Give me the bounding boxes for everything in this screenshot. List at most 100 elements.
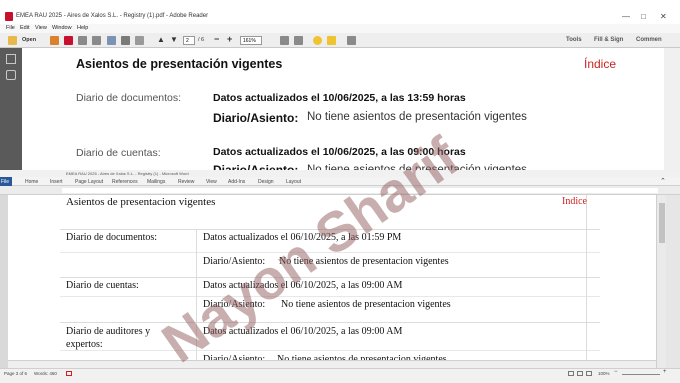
pdf-row1-status: No tiene asientos de presentación vigent… [307, 111, 527, 123]
zoom-in-icon[interactable]: + [227, 34, 232, 44]
page-down-icon[interactable]: ▼ [170, 35, 178, 44]
pdf-row2-label: Diario de cuentas: [76, 147, 161, 159]
ribbon-tab-mailings[interactable]: Mailings [147, 179, 165, 185]
status-word-count[interactable]: Words: 460 [34, 371, 57, 376]
word-index-link[interactable]: Indice [562, 196, 587, 207]
print-layout-icon[interactable] [568, 371, 574, 376]
zoom-select[interactable]: 161% [240, 36, 262, 45]
table-border [60, 252, 600, 253]
pdf-row1-label: Diario de documentos: [76, 92, 182, 104]
ribbon-tab-references[interactable]: References [112, 179, 138, 185]
proofing-icon[interactable] [66, 371, 72, 376]
menu-edit[interactable]: Edit [20, 25, 29, 31]
ruler-text-area [62, 188, 658, 193]
highlight-icon[interactable] [327, 36, 336, 45]
ribbon-tab-insert[interactable]: Insert [50, 179, 63, 185]
ribbon-tab-file[interactable]: File [0, 177, 12, 186]
save-icon[interactable] [107, 36, 116, 45]
word-title-bar: EMEA RAU 2025 - Aires de Xalos S.L. - Re… [0, 170, 680, 177]
pages-icon[interactable] [6, 54, 16, 64]
word-vertical-scrollbar[interactable] [656, 195, 666, 368]
table-border [196, 229, 197, 368]
email-icon[interactable] [135, 36, 144, 45]
close-icon[interactable]: ✕ [660, 12, 667, 21]
status-page-count[interactable]: Page 3 of 6 [4, 371, 27, 376]
word-row3-updated: Datos actualizados el 06/10/2025, a las … [203, 326, 403, 337]
adobe-pdf-icon [5, 12, 13, 21]
maximize-icon[interactable]: □ [641, 12, 646, 21]
table-border [60, 350, 600, 351]
table-border [60, 322, 600, 323]
word-status-bar: Page 3 of 6 Words: 460 100% − + [0, 368, 680, 383]
fill-sign-button[interactable]: Fill & Sign [594, 37, 623, 43]
reader-menu-bar: File Edit View Window Help [0, 24, 680, 33]
word-horizontal-scrollbar[interactable] [8, 360, 656, 368]
ribbon-tab-home[interactable]: Home [25, 179, 38, 185]
pdf-page: Asientos de presentación vigentes Índice… [22, 48, 664, 177]
fit-page-icon[interactable] [280, 36, 289, 45]
menu-view[interactable]: View [35, 25, 47, 31]
attachments-icon[interactable] [6, 70, 16, 80]
open-button[interactable]: Open [22, 37, 36, 43]
ribbon-tab-page-layout[interactable]: Page Layout [75, 179, 103, 185]
pdf-index-link[interactable]: Índice [584, 57, 616, 71]
status-zoom-level[interactable]: 100% [598, 371, 610, 376]
scrollbar-thumb[interactable] [659, 203, 665, 243]
ribbon-tab-layout[interactable]: Layout [286, 179, 301, 185]
zoom-out-icon[interactable]: − [214, 34, 219, 44]
word-window-title: EMEA RAU 2025 - Aires de Xalos S.L. - Re… [66, 171, 189, 176]
pdf-icon[interactable] [64, 36, 73, 45]
full-screen-icon[interactable] [294, 36, 303, 45]
create-pdf-icon[interactable] [50, 36, 59, 45]
edit-icon[interactable] [78, 36, 87, 45]
full-screen-reading-icon[interactable] [577, 371, 583, 376]
page-total: / 6 [198, 37, 205, 43]
word-row3-label-line1: Diario de auditores y [66, 326, 151, 337]
comment-icon[interactable] [313, 36, 322, 45]
ribbon-tab-design[interactable]: Design [258, 179, 274, 185]
page-up-icon[interactable]: ▲ [157, 35, 165, 44]
tools-button[interactable]: Tools [566, 37, 582, 43]
zoom-slider[interactable] [622, 374, 660, 375]
ribbon-collapse-icon[interactable]: ⌃ [660, 177, 666, 185]
minimize-icon[interactable]: — [622, 12, 630, 21]
table-border [60, 296, 600, 297]
word-row2-status: No tiene asientos de presentacion vigent… [281, 299, 451, 310]
word-row2-diario: Diario/Asiento: [203, 299, 266, 310]
word-row2-label: Diario de cuentas: [66, 280, 139, 291]
expand-icon[interactable] [347, 36, 356, 45]
word-row1-label: Diario de documentos: [66, 232, 158, 243]
comment-button[interactable]: Commen [636, 37, 662, 43]
table-border [586, 195, 587, 368]
adobe-reader-window: EMEA RAU 2025 - Aires de Xalos S.L. - Re… [0, 0, 680, 177]
table-border [60, 277, 600, 278]
ribbon-tab-add-ins[interactable]: Add-Ins [228, 179, 245, 185]
pdf-row2-updated: Datos actualizados el 10/06/2025, a las … [213, 146, 466, 158]
pdf-row1-diario: Diario/Asiento: [213, 111, 299, 125]
pdf-section-title: Asientos de presentación vigentes [76, 57, 283, 71]
menu-file[interactable]: File [6, 25, 15, 31]
word-ribbon-tabs: File Home Insert Page Layout References … [0, 177, 680, 186]
print-icon[interactable] [121, 36, 130, 45]
settings-icon[interactable] [92, 36, 101, 45]
table-border [60, 229, 600, 230]
menu-window[interactable]: Window [52, 25, 72, 31]
word-row2-updated: Datos actualizados el 06/10/2025, a las … [203, 280, 403, 291]
word-document-page[interactable]: Asientos de presentacion vigentes Indice… [8, 195, 656, 368]
word-section-title: Asientos de presentacion vigentes [66, 196, 216, 208]
reader-scrollbar[interactable] [664, 48, 680, 170]
word-row1-updated: Datos actualizados el 06/10/2025, a las … [203, 232, 402, 243]
pdf-row1-updated: Datos actualizados el 10/06/2025, a las … [213, 92, 466, 104]
ribbon-tab-view[interactable]: View [206, 179, 217, 185]
zoom-plus-icon[interactable]: + [663, 369, 667, 375]
menu-help[interactable]: Help [77, 25, 88, 31]
word-ruler [0, 186, 680, 195]
web-layout-icon[interactable] [586, 371, 592, 376]
page-number-input[interactable]: 2 [183, 36, 195, 45]
zoom-minus-icon[interactable]: − [614, 369, 618, 375]
reader-window-title: EMEA RAU 2025 - Aires de Xalos S.L. - Re… [16, 13, 209, 19]
reader-navigation-pane [0, 48, 22, 170]
ribbon-tab-review[interactable]: Review [178, 179, 194, 185]
open-folder-icon[interactable] [8, 36, 17, 45]
word-row3-label-line2: expertos: [66, 339, 103, 350]
